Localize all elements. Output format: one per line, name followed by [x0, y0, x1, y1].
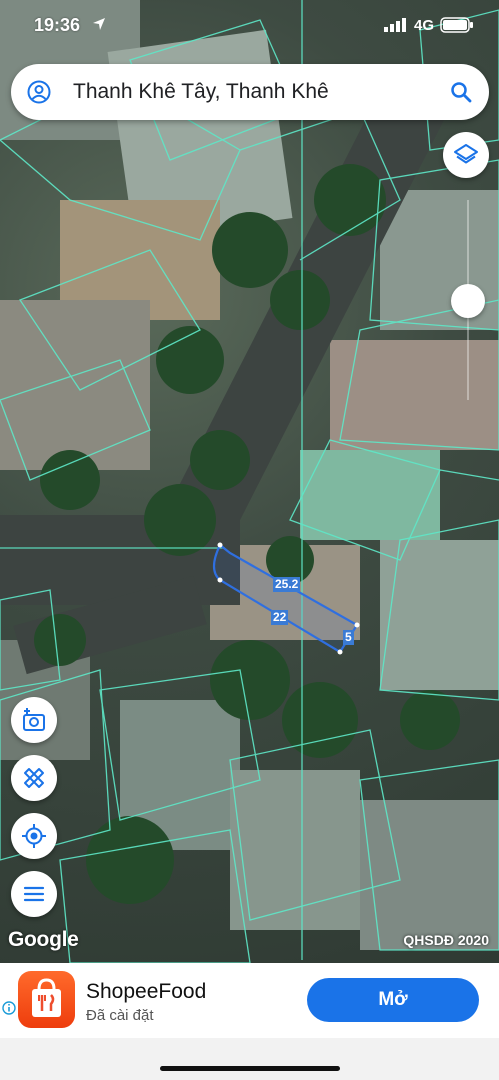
signal-icon	[384, 18, 406, 32]
map-imagery	[0, 0, 499, 963]
menu-icon	[23, 886, 45, 902]
measure-label-short: 22	[271, 610, 289, 625]
battery-icon	[440, 17, 473, 33]
status-time: 19:36	[34, 15, 81, 35]
measure-label-long: 25.2	[273, 577, 301, 592]
open-app-button[interactable]: Mở	[307, 978, 479, 1022]
add-photo-button[interactable]	[11, 697, 57, 743]
ruler-pencil-icon	[24, 768, 44, 788]
my-location-button[interactable]	[11, 813, 57, 859]
map-credit: QHSDĐ 2020	[403, 932, 489, 948]
location-arrow-icon	[93, 18, 105, 30]
layers-button[interactable]	[443, 132, 489, 178]
search-bar[interactable]: Thanh Khê Tây, Thanh Khê	[11, 64, 489, 120]
measure-button[interactable]	[11, 755, 57, 801]
search-icon[interactable]	[449, 80, 473, 104]
satellite-map[interactable]: 25.2 22 5	[0, 0, 499, 963]
status-bar: 19:36 4G	[0, 0, 499, 54]
ad-banner[interactable]: ShopeeFood Đã cài đặt Mở	[0, 963, 499, 1038]
home-indicator[interactable]	[160, 1066, 340, 1071]
ad-app-name: ShopeeFood	[86, 980, 207, 1003]
search-query-text[interactable]: Thanh Khê Tây, Thanh Khê	[73, 79, 329, 105]
ad-info-icon[interactable]	[2, 1001, 16, 1015]
network-type: 4G	[414, 17, 435, 34]
ad-app-status: Đã cài đặt	[86, 1007, 154, 1024]
my-location-icon	[22, 824, 46, 848]
home-indicator-area	[0, 1038, 499, 1080]
google-logo: Google	[8, 928, 79, 951]
menu-button[interactable]	[11, 871, 57, 917]
account-circle-icon[interactable]	[27, 80, 51, 104]
measure-label-side: 5	[343, 630, 354, 645]
layers-icon	[454, 144, 478, 164]
food-bag-icon	[32, 978, 61, 1017]
add-photo-icon	[23, 708, 45, 731]
zoom-slider-thumb[interactable]	[451, 284, 485, 318]
shopeefood-app-icon[interactable]	[18, 971, 75, 1028]
